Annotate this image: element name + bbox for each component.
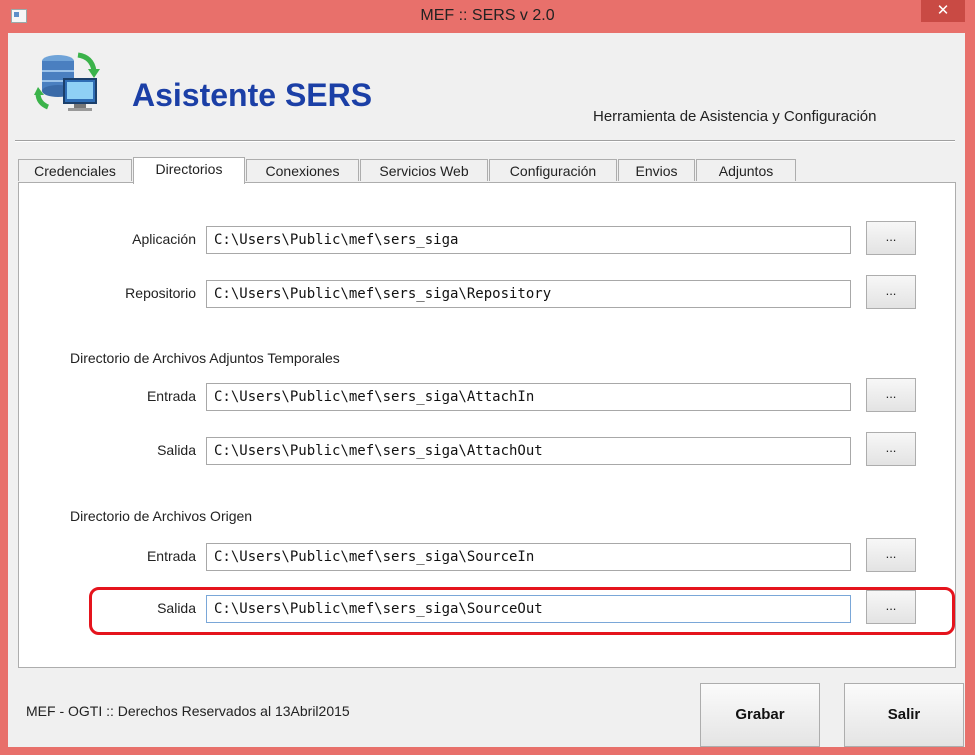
tab-directorios[interactable]: Directorios (133, 157, 245, 184)
repositorio-path-input[interactable] (206, 280, 851, 308)
tab-credenciales[interactable]: Credenciales (18, 159, 132, 181)
repositorio-browse-button[interactable]: ... (866, 275, 916, 309)
origen-entrada-path-input[interactable] (206, 543, 851, 571)
repositorio-label: Repositorio (125, 285, 196, 301)
header-title: Asistente SERS (132, 77, 373, 113)
tab-servicios-web[interactable]: Servicios Web (360, 159, 488, 181)
adjuntos-entrada-label: Entrada (146, 388, 196, 404)
salir-button[interactable]: Salir (844, 683, 964, 747)
adjuntos-salida-label: Salida (157, 442, 196, 458)
aplicacion-browse-button[interactable]: ... (866, 221, 916, 255)
client-area: Asistente SERS Herramienta de Asistencia… (8, 33, 965, 747)
tab-conexiones[interactable]: Conexiones (246, 159, 359, 181)
origen-section-title: Directorio de Archivos Origen (70, 508, 253, 524)
header-subtitle: Herramienta de Asistencia y Configuració… (593, 108, 877, 125)
app-window: MEF :: SERS v 2.0 ✕ Asistente SERS Herra… (0, 0, 975, 755)
tab-envios[interactable]: Envios (618, 159, 695, 181)
adjuntos-section-title: Directorio de Archivos Adjuntos Temporal… (70, 350, 340, 366)
adjuntos-salida-browse-button[interactable]: ... (866, 432, 916, 466)
origen-entrada-browse-button[interactable]: ... (866, 538, 916, 572)
title-bar[interactable]: MEF :: SERS v 2.0 ✕ (0, 0, 975, 33)
origen-entrada-label: Entrada (146, 548, 196, 564)
aplicacion-label: Aplicación (132, 231, 196, 247)
tab-configuracion[interactable]: Configuración (489, 159, 617, 181)
database-sync-icon (34, 52, 100, 111)
window-title: MEF :: SERS v 2.0 (420, 7, 555, 24)
adjuntos-salida-path-input[interactable] (206, 437, 851, 465)
close-button[interactable]: ✕ (921, 0, 965, 22)
tab-adjuntos[interactable]: Adjuntos (696, 159, 796, 181)
adjuntos-entrada-browse-button[interactable]: ... (866, 378, 916, 412)
copyright-text: MEF - OGTI :: Derechos Reservados al 13A… (26, 703, 350, 719)
header-divider (15, 140, 955, 142)
aplicacion-path-input[interactable] (206, 226, 851, 254)
header: Asistente SERS Herramienta de Asistencia… (8, 33, 965, 142)
highlight-annotation (89, 587, 955, 635)
adjuntos-entrada-path-input[interactable] (206, 383, 851, 411)
grabar-button[interactable]: Grabar (700, 683, 820, 747)
